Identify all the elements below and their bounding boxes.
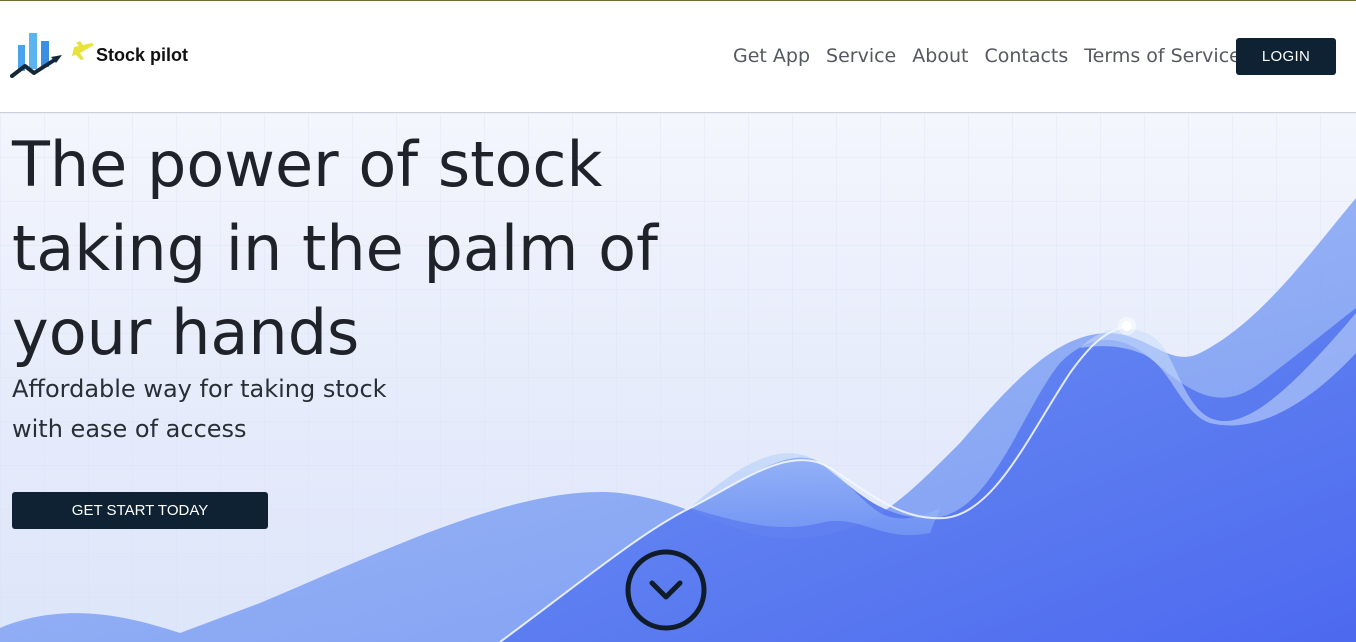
nav-link-contacts[interactable]: Contacts [984, 45, 1068, 67]
login-button[interactable]: LOGIN [1236, 38, 1336, 75]
get-started-button[interactable]: GET START TODAY [12, 492, 268, 529]
nav-link-get-app[interactable]: Get App [733, 45, 810, 67]
brand-name[interactable]: Stock pilot [96, 45, 188, 66]
chevron-down-circle-icon [625, 549, 707, 631]
hero-section: The power of stock taking in the palm of… [0, 113, 1356, 642]
nav-link-terms-of-service[interactable]: Terms of Service [1084, 45, 1241, 67]
nav-link-about[interactable]: About [912, 45, 968, 67]
hero-title: The power of stock taking in the palm of… [12, 128, 658, 369]
hero-subtitle: Affordable way for taking stock with eas… [12, 375, 387, 443]
bar-chart-plane-logo-icon [10, 33, 94, 78]
nav-link-service[interactable]: Service [826, 45, 896, 67]
nav-links: Get App Service About Contacts Terms of … [733, 45, 1257, 67]
scroll-down-button[interactable] [624, 548, 708, 632]
navbar: Stock pilot Get App Service About Contac… [0, 1, 1356, 113]
